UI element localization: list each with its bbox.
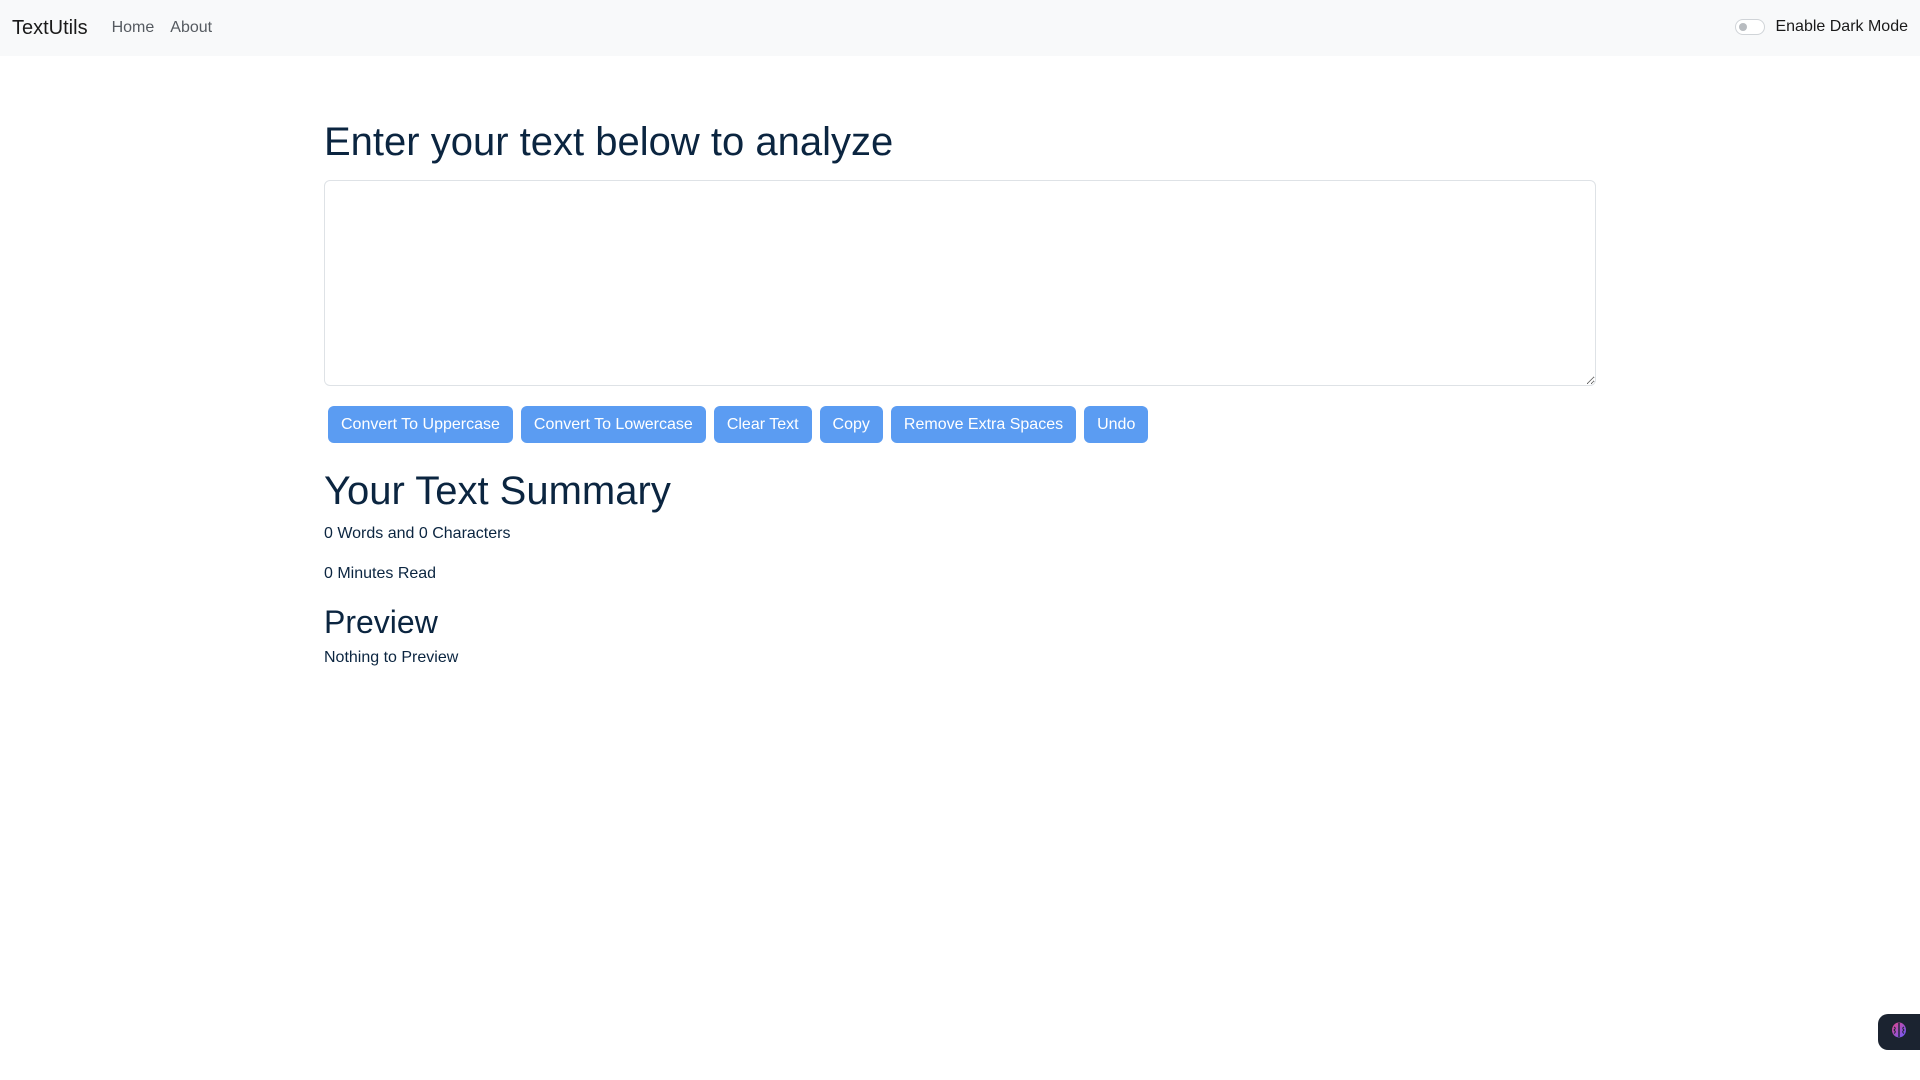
navbar: TextUtils Home About Enable Dark Mode: [0, 0, 1920, 56]
uppercase-button[interactable]: Convert To Uppercase: [328, 406, 513, 443]
nav-link-home[interactable]: Home: [112, 19, 155, 37]
preview-text: Nothing to Preview: [324, 649, 459, 667]
undo-button[interactable]: Undo: [1084, 406, 1149, 443]
dark-mode-switch[interactable]: [1735, 19, 1766, 35]
action-buttons: Convert To Uppercase Convert To Lowercas…: [328, 406, 1596, 443]
brand-link[interactable]: TextUtils: [12, 17, 88, 40]
page-title: Enter your text below to analyze: [324, 120, 894, 164]
copy-button[interactable]: Copy: [819, 406, 883, 443]
dark-mode-label[interactable]: Enable Dark Mode: [1775, 18, 1908, 36]
minutes-read: 0 Minutes Read: [324, 565, 437, 582]
main-container: Enter your text below to analyze Convert…: [324, 118, 1596, 667]
nav-links: Home About: [112, 19, 213, 37]
remove-extra-spaces-button[interactable]: Remove Extra Spaces: [890, 406, 1077, 443]
preview-title: Preview: [324, 604, 438, 640]
switch-knob: [1739, 23, 1748, 31]
dark-mode-toggle: Enable Dark Mode: [1735, 18, 1908, 36]
summary-title: Your Text Summary: [324, 469, 671, 513]
text-input[interactable]: [324, 180, 1596, 386]
floating-widget-button[interactable]: [1878, 1014, 1920, 1050]
clear-text-button[interactable]: Clear Text: [713, 406, 812, 443]
lowercase-button[interactable]: Convert To Lowercase: [520, 406, 706, 443]
brain-icon: [1889, 1020, 1909, 1045]
nav-link-about[interactable]: About: [170, 19, 212, 37]
words-characters-count: 0 Words and 0 Characters: [324, 525, 511, 542]
